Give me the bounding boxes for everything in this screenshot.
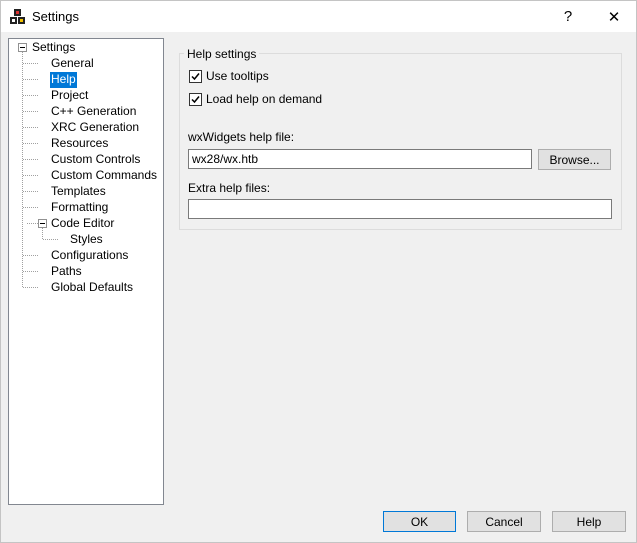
tree-item-help[interactable]: Help [50,72,77,88]
checkbox-checked-icon [189,92,202,106]
tree-item-cpp-generation[interactable]: C++ Generation [50,104,137,120]
title-bar: Settings ? ✕ [1,1,636,32]
tree-item-xrc-generation[interactable]: XRC Generation [50,120,140,136]
tree-item-templates[interactable]: Templates [50,184,107,200]
tree-item-code-editor[interactable]: Code Editor [50,216,115,232]
cancel-button[interactable]: Cancel [467,511,541,532]
settings-tree[interactable]: Settings General Help Project C++ Genera… [8,38,164,505]
window-title: Settings [32,9,79,24]
tree-item-custom-commands[interactable]: Custom Commands [50,168,158,184]
checkbox-checked-icon [189,69,202,83]
tree-item-custom-controls[interactable]: Custom Controls [50,152,141,168]
help-title-button[interactable]: ? [545,1,591,32]
tree-item-settings[interactable]: Settings [31,40,76,56]
help-file-input[interactable]: wx28/wx.htb [188,149,532,169]
help-file-label: wxWidgets help file: [188,130,295,144]
tree-item-general[interactable]: General [50,56,95,72]
browse-button[interactable]: Browse... [538,149,611,170]
app-icon [10,9,25,24]
tree-item-styles[interactable]: Styles [69,232,104,248]
settings-dialog: Settings ? ✕ Settings General Help Proje… [0,0,637,543]
ok-button[interactable]: OK [383,511,456,532]
load-help-on-demand-checkbox[interactable]: Load help on demand [189,92,322,106]
tree-item-paths[interactable]: Paths [50,264,83,280]
load-help-on-demand-label: Load help on demand [206,92,323,106]
use-tooltips-checkbox[interactable]: Use tooltips [189,69,269,83]
tree-item-formatting[interactable]: Formatting [50,200,109,216]
tree-item-resources[interactable]: Resources [50,136,109,152]
close-button[interactable]: ✕ [591,1,637,32]
collapse-icon[interactable] [38,219,47,228]
help-settings-label: Help settings [184,47,260,61]
tree-item-configurations[interactable]: Configurations [50,248,129,264]
tree-item-project[interactable]: Project [50,88,89,104]
use-tooltips-label: Use tooltips [206,69,269,83]
tree-item-global-defaults[interactable]: Global Defaults [50,280,134,296]
extra-help-files-input[interactable] [188,199,612,219]
extra-help-files-label: Extra help files: [188,181,271,195]
help-button[interactable]: Help [552,511,626,532]
collapse-icon[interactable] [18,43,27,52]
